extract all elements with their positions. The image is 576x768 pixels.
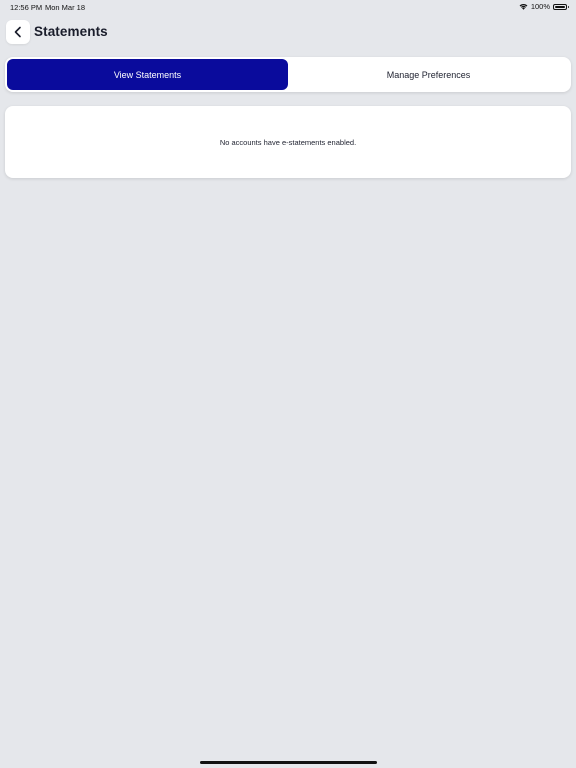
battery-icon: [553, 3, 569, 10]
status-indicators: 100%: [519, 2, 569, 11]
battery-fill: [555, 5, 565, 8]
back-button[interactable]: [6, 20, 30, 44]
page-title: Statements: [34, 24, 108, 39]
status-time: 12:56 PM: [10, 3, 43, 12]
tab-manage-preferences[interactable]: Manage Preferences: [288, 59, 569, 90]
wifi-icon: [519, 3, 528, 10]
tab-view-statements[interactable]: View Statements: [7, 59, 288, 90]
battery-percent: 100%: [530, 2, 550, 11]
statements-card: No accounts have e-statements enabled.: [5, 106, 571, 178]
chevron-left-icon: [13, 26, 23, 38]
empty-state-message: No accounts have e-statements enabled.: [219, 137, 357, 147]
statements-tabs: View Statements Manage Preferences: [5, 57, 571, 92]
status-date: Mon Mar 18: [45, 3, 86, 12]
home-indicator: [200, 761, 377, 764]
status-bar: 12:56 PM Mon Mar 18 100%: [0, 0, 576, 14]
